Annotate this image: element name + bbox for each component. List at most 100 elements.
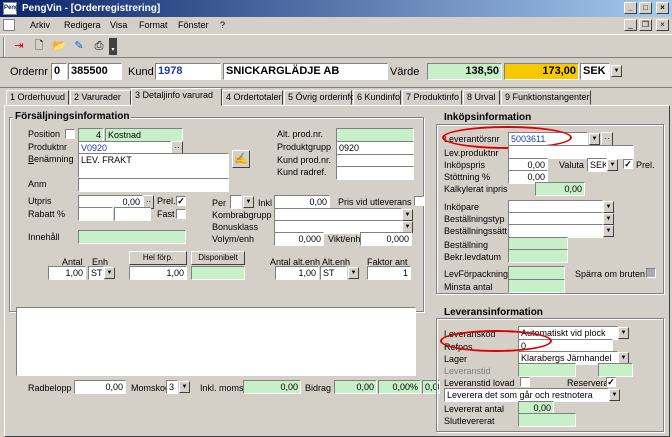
innehall-label: Innehåll xyxy=(28,232,60,242)
inkopare-dropdown-icon[interactable]: ▼ xyxy=(603,201,614,213)
inkl-field[interactable]: 0,00 xyxy=(274,195,330,209)
momskod-dropdown-icon[interactable]: ▼ xyxy=(179,381,190,393)
open-icon[interactable]: 📂 xyxy=(50,38,68,55)
benamning-field[interactable]: LEV. FRAKT xyxy=(78,153,229,178)
valuta-dropdown-icon[interactable]: ▼ xyxy=(607,159,618,171)
per-field[interactable] xyxy=(230,195,242,209)
position-nr-field[interactable]: 4 xyxy=(78,128,104,142)
kundnr-field[interactable]: 1978 xyxy=(155,63,221,80)
position-checkbox[interactable] xyxy=(65,129,75,139)
kund-radref-field[interactable] xyxy=(336,166,414,180)
save-icon[interactable]: ✎ xyxy=(70,38,88,55)
kund-name-field[interactable]: SNICKARGLÄDJE AB xyxy=(223,63,388,80)
menu-format[interactable]: Format xyxy=(139,20,168,30)
restnotera-field[interactable]: Leverera det som går och restnotera xyxy=(444,388,609,402)
tab-ovrig[interactable]: 5 Övrig orderinfo xyxy=(284,90,355,105)
inkop-prel-checkbox[interactable]: ✓ xyxy=(623,159,633,169)
position-text-field[interactable]: Kostnad xyxy=(105,128,183,142)
bestallningssatt-field[interactable] xyxy=(508,224,603,238)
ordernr-field[interactable]: 385500 xyxy=(68,63,122,80)
tab-produktinfo[interactable]: 7 Produktinfo xyxy=(402,90,462,105)
innehall-field[interactable] xyxy=(78,230,186,244)
currency-dropdown-icon[interactable]: ▼ xyxy=(611,65,622,77)
menu-fonster[interactable]: Fönster xyxy=(178,20,209,30)
hel-forp-button[interactable]: Hel förp. xyxy=(129,251,187,265)
bestallningssatt-dropdown-icon[interactable]: ▼ xyxy=(603,225,614,237)
tab-funktion[interactable]: 9 Funktionstangenter xyxy=(501,90,591,105)
child-restore-icon[interactable]: ❐ xyxy=(639,19,652,31)
utpris-label: Utpris xyxy=(28,196,52,206)
bestallningstyp-dropdown-icon[interactable]: ▼ xyxy=(603,213,614,225)
produktgrupp-field[interactable]: 0920 xyxy=(336,141,414,155)
menu-help[interactable]: ? xyxy=(220,20,225,30)
maximize-icon[interactable]: □ xyxy=(639,2,652,14)
rabatt-field[interactable] xyxy=(78,207,113,221)
menu-arkiv[interactable]: Arkiv xyxy=(30,20,50,30)
tab-ordertotaler[interactable]: 4 Ordertotaler xyxy=(222,90,283,105)
bekr-field xyxy=(508,249,568,263)
ordernr-prefix-field[interactable]: 0 xyxy=(51,63,67,80)
leveranstid-lovad-label: Leveranstid lovad xyxy=(444,378,515,388)
faktor-field[interactable]: 1 xyxy=(367,266,411,280)
tab-orderhuvud[interactable]: 1 Orderhuvud xyxy=(6,90,69,105)
tab-varurader[interactable]: 2 Varurader xyxy=(70,90,131,105)
bestallning-label: Beställning xyxy=(444,240,489,250)
fast-checkbox[interactable] xyxy=(176,209,186,219)
rabatt-field-2[interactable] xyxy=(114,207,151,221)
hel-forp-field[interactable]: 1,00 xyxy=(129,266,187,280)
antal-alt-field[interactable]: 1,00 xyxy=(275,266,319,280)
alt-enh-dropdown-icon[interactable]: ▼ xyxy=(348,267,359,279)
inkop-title: Inköpsinformation xyxy=(442,112,534,123)
anm-label: Anm xyxy=(28,179,47,189)
alt-enh-field[interactable]: ST xyxy=(320,266,347,280)
exit-icon[interactable]: ⇥ xyxy=(10,38,28,55)
leverantor-lookup-button[interactable]: ·· xyxy=(601,132,613,146)
prel-label: Prel. xyxy=(157,196,176,206)
vikt-field[interactable]: 0,000 xyxy=(360,232,412,246)
child-minimize-icon[interactable]: _ xyxy=(624,19,637,31)
leveranskod-dropdown-icon[interactable]: ▼ xyxy=(618,327,629,339)
child-close-icon[interactable]: × xyxy=(656,19,669,31)
toolbar-dropdown-icon[interactable]: ▾ xyxy=(109,38,117,55)
text-panel[interactable] xyxy=(16,307,416,376)
sparra-label: Spärra om bruten xyxy=(575,269,646,279)
print-icon[interactable]: ⎙ xyxy=(90,38,108,55)
reserveras-checkbox[interactable]: ✓ xyxy=(606,377,616,387)
leverantor-dropdown-icon[interactable]: ▼ xyxy=(589,133,600,145)
minimize-icon[interactable]: _ xyxy=(624,2,637,14)
kund-prod-label: Kund prod.nr. xyxy=(277,155,332,165)
pris-utlev-checkbox[interactable] xyxy=(414,196,424,206)
leveranstid-lovad-checkbox[interactable] xyxy=(520,377,530,387)
inkopspris-label: Inköpspris xyxy=(444,160,486,170)
menu-redigera[interactable]: Redigera xyxy=(64,20,101,30)
kombra-dropdown-icon[interactable]: ▼ xyxy=(402,209,413,221)
slutlevererat-label: Slutlevererat xyxy=(444,416,495,426)
document-icon[interactable] xyxy=(3,19,15,31)
leveranstid-field xyxy=(518,363,576,377)
bekr-label: Bekr.levdatum xyxy=(444,252,502,262)
prel-checkbox[interactable]: ✓ xyxy=(176,196,186,206)
enh-field[interactable]: ST xyxy=(88,266,104,280)
sparra-checkbox[interactable] xyxy=(646,268,656,278)
disponibelt-button[interactable]: Disponibelt xyxy=(191,251,245,265)
lev-produkt-field[interactable] xyxy=(508,145,634,159)
tab-detaljinfo[interactable]: 3 Detaljinfo varurad xyxy=(131,88,222,106)
menu-visa[interactable]: Visa xyxy=(110,20,127,30)
anm-field[interactable] xyxy=(78,178,229,192)
new-icon[interactable]: 🗋 xyxy=(30,38,48,55)
valuta-field[interactable]: SEK xyxy=(587,158,607,172)
per-dropdown-icon[interactable]: ▼ xyxy=(243,196,254,208)
momskod-field[interactable]: 3 xyxy=(166,380,178,394)
produktgrupp-label: Produktgrupp xyxy=(277,142,332,152)
currency-field[interactable]: SEK xyxy=(580,63,610,80)
edit-text-button[interactable]: ✍ xyxy=(232,150,250,168)
volym-field[interactable]: 0,000 xyxy=(274,232,324,246)
window-title: PengVin - [Orderregistrering] xyxy=(22,3,161,14)
antal-field[interactable]: 1,00 xyxy=(48,266,86,280)
close-icon[interactable]: × xyxy=(656,2,669,14)
enh-dropdown-icon[interactable]: ▼ xyxy=(104,267,115,279)
alt-prod-field[interactable] xyxy=(336,128,414,142)
tab-kundinfo[interactable]: 6 Kundinfo xyxy=(353,90,401,105)
restnotera-dropdown-icon[interactable]: ▼ xyxy=(609,389,620,401)
tab-urval[interactable]: 8 Urval xyxy=(463,90,500,105)
